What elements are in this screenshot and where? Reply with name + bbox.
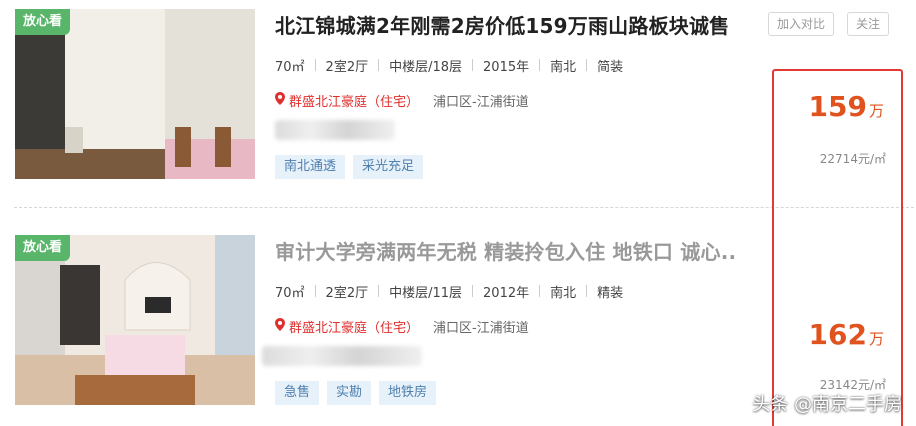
community-link[interactable]: 群盛北江豪庭（住宅） [289, 317, 419, 336]
floor: 中楼层/18层 [389, 59, 463, 75]
trust-badge: 放心看 [15, 9, 71, 35]
tag: 南北通透 [275, 155, 346, 179]
build-year: 2015年 [483, 59, 530, 75]
listing-photo[interactable]: 放心看 [15, 235, 255, 405]
district: 浦口区-江浦街道 [433, 95, 529, 110]
room-layout: 2室2厅 [325, 59, 369, 75]
tag: 急售 [275, 381, 320, 405]
district: 浦口区-江浦街道 [433, 321, 529, 336]
location-pin-icon [275, 318, 285, 335]
unit-price: 22714元/㎡ [819, 152, 886, 166]
add-compare-button[interactable]: 加入对比 [768, 12, 835, 36]
total-price: 159 万 [808, 90, 884, 123]
redacted-text [262, 346, 422, 366]
tag-list: 急售 实勘 地铁房 [275, 381, 437, 405]
floor: 中楼层/11层 [389, 285, 463, 301]
orientation: 南北 [550, 285, 577, 301]
redacted-text [275, 120, 395, 140]
location: 群盛北江豪庭（住宅） 浦口区-江浦街道 [275, 91, 529, 110]
follow-button[interactable]: 关注 [847, 12, 890, 36]
tag-list: 南北通透 采光充足 [275, 155, 424, 179]
listing-photo[interactable]: 放心看 [15, 9, 255, 179]
listing-title[interactable]: 北江锦城满2年刚需2房价低159万雨山路板块诚售 [275, 10, 729, 39]
build-year: 2012年 [483, 285, 530, 301]
divider [14, 207, 914, 208]
location-pin-icon [275, 92, 285, 109]
total-price: 162 万 [808, 318, 884, 351]
listing-card[interactable]: 放心看 北江锦城满2年刚需2房价低159万雨山路板块诚售 加入对比 关注 70㎡… [0, 0, 916, 200]
tag: 采光充足 [353, 155, 424, 179]
orientation: 南北 [550, 59, 577, 75]
listing-attributes: 70㎡ 2室2厅 中楼层/11层 2012年 南北 精装 [275, 281, 623, 301]
area: 70㎡ [275, 285, 305, 301]
trust-badge: 放心看 [15, 235, 71, 261]
tag: 地铁房 [379, 381, 437, 405]
tag: 实勘 [327, 381, 372, 405]
location: 群盛北江豪庭（住宅） 浦口区-江浦街道 [275, 317, 529, 336]
watermark: 头条 @南京二手房 [752, 394, 902, 415]
room-layout: 2室2厅 [325, 285, 369, 301]
community-link[interactable]: 群盛北江豪庭（住宅） [289, 91, 419, 110]
area: 70㎡ [275, 59, 305, 75]
listing-title[interactable]: 审计大学旁满两年无税 精装拎包入住 地铁口 诚心.. [275, 236, 736, 265]
listing-attributes: 70㎡ 2室2厅 中楼层/18层 2015年 南北 简装 [275, 55, 623, 75]
decoration: 精装 [597, 285, 624, 301]
decoration: 简装 [597, 59, 624, 75]
